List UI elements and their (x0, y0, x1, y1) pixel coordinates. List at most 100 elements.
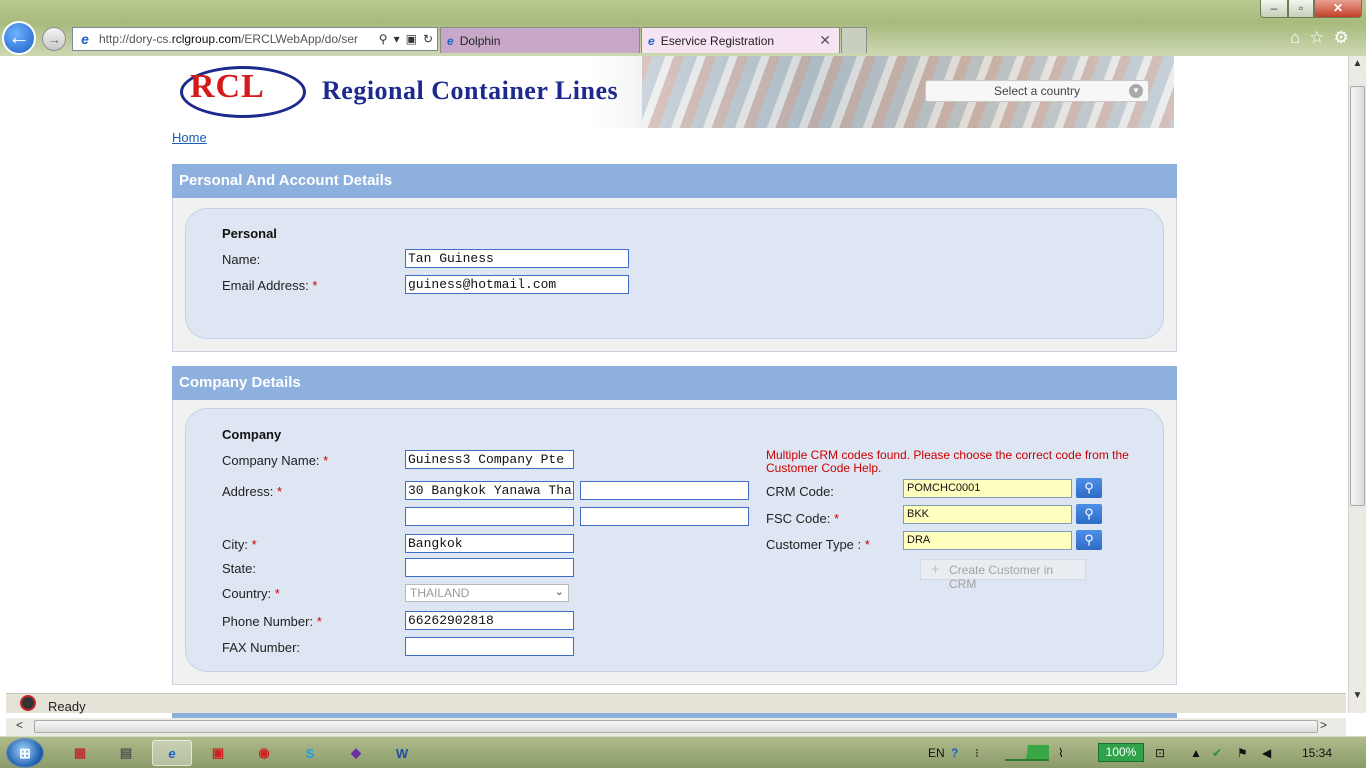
scroll-right-icon[interactable]: > (1320, 718, 1327, 732)
tray-expand-icon[interactable]: ⁝ (975, 737, 979, 769)
vertical-scrollbar[interactable]: ▲ ▼ (1348, 56, 1366, 713)
status-icon (20, 695, 36, 711)
horizontal-scroll-thumb[interactable] (34, 720, 1318, 733)
taskbar-app-1[interactable]: ▦ (60, 740, 100, 766)
address-line4-field[interactable] (580, 507, 749, 526)
company-name-field[interactable]: Guiness3 Company Pte Lt (405, 450, 574, 469)
start-button[interactable]: ⊞ (6, 738, 44, 768)
taskbar-calculator[interactable]: ▤ (106, 740, 146, 766)
forward-button[interactable]: → (42, 27, 66, 51)
fsc-code-label: FSC Code: * (766, 511, 839, 526)
required-mark: * (312, 278, 318, 293)
scroll-up-icon[interactable]: ▲ (1349, 58, 1366, 69)
help-icon[interactable]: ? (951, 737, 958, 769)
taskbar-word[interactable]: W (382, 740, 422, 766)
panel-title-personal: Personal (222, 226, 277, 241)
city-label: City: * (222, 537, 257, 552)
customer-type-label: Customer Type : * (766, 537, 870, 552)
refresh-icon[interactable]: ↻ (423, 32, 433, 46)
close-icon[interactable]: ✕ (819, 32, 831, 49)
clock[interactable]: 15:34 (1302, 737, 1332, 769)
tab-eservice-registration[interactable]: e Eservice Registration ✕ (641, 27, 840, 53)
name-field[interactable]: Tan Guiness (405, 249, 629, 268)
maximize-button[interactable]: ▫ (1288, 0, 1314, 18)
arrow-left-icon: ← (8, 24, 30, 49)
minimize-button[interactable]: – (1260, 0, 1288, 18)
fsc-code-field[interactable]: BKK (903, 505, 1072, 524)
new-tab-button[interactable] (841, 27, 867, 53)
horizontal-scrollbar[interactable]: < > (6, 718, 1346, 736)
show-hidden-icons[interactable]: ▲ (1190, 737, 1202, 769)
email-field[interactable]: guiness@hotmail.com (405, 275, 629, 294)
url-text[interactable]: http://dory-cs.rclgroup.com/ERCLWebApp/d… (99, 32, 379, 46)
search-icon: ⚲ (1084, 506, 1094, 521)
breadcrumb-home-link[interactable]: Home (172, 130, 207, 145)
crm-code-field[interactable]: POMCHC0001 (903, 479, 1072, 498)
country-select-placeholder: Select a country (993, 84, 1081, 98)
crm-code-label: CRM Code: (766, 484, 834, 499)
phone-field[interactable]: 66262902818 (405, 611, 574, 630)
taskbar-skype[interactable]: S (290, 740, 330, 766)
signal-strength-icon[interactable] (1005, 745, 1049, 761)
required-mark: * (864, 537, 870, 552)
app-icon: ▣ (211, 745, 225, 760)
section-body-company: Company Company Name: * Guiness3 Company… (172, 400, 1177, 685)
ie-tab-icon: e (447, 33, 454, 48)
company-name-label: Company Name: * (222, 453, 329, 468)
security-shield-icon[interactable]: ✔ (1212, 737, 1222, 769)
address-line2-field[interactable] (580, 481, 749, 500)
tab-label: Dolphin (459, 33, 501, 48)
compatibility-icon[interactable]: ▣ (406, 32, 417, 46)
web-page: RCL Regional Container Lines Select a co… (0, 56, 1348, 693)
city-field[interactable]: Bangkok (405, 534, 574, 553)
taskbar-app-7[interactable]: ◆ (336, 740, 376, 766)
phone-label: Phone Number: * (222, 614, 322, 629)
favorites-star-icon[interactable]: ☆ (1309, 28, 1324, 48)
action-center-flag-icon[interactable]: ⚑ (1237, 737, 1248, 769)
dropdown-arrow-icon[interactable]: ▾ (394, 32, 400, 46)
crm-warning-message: Multiple CRM codes found. Please choose … (766, 448, 1129, 475)
search-icon[interactable]: ⚲ (379, 32, 388, 46)
taskbar-app-4[interactable]: ▣ (198, 740, 238, 766)
panel-title-company: Company (222, 427, 282, 442)
back-button[interactable]: ← (2, 21, 36, 55)
tab-dolphin[interactable]: e Dolphin (440, 27, 640, 53)
customer-type-search-button[interactable]: ⚲ (1076, 530, 1102, 550)
create-customer-button[interactable]: + Create Customer in CRM (920, 559, 1086, 591)
fsc-code-search-button[interactable]: ⚲ (1076, 504, 1102, 524)
country-select[interactable]: Select a country ▼ (925, 80, 1149, 102)
state-field[interactable] (405, 558, 574, 577)
company-panel: Company Company Name: * Guiness3 Company… (185, 408, 1164, 672)
scroll-left-icon[interactable]: < (16, 718, 23, 732)
language-indicator[interactable]: EN (928, 737, 945, 769)
home-icon[interactable]: ⌂ (1290, 28, 1300, 48)
power-icon[interactable]: ⊡ (1155, 737, 1165, 769)
fax-field[interactable] (405, 637, 574, 656)
country-select-field[interactable]: THAILAND ⌄ (405, 584, 569, 602)
scroll-down-icon[interactable]: ▼ (1349, 690, 1366, 701)
volume-icon[interactable]: ◀ (1262, 737, 1271, 769)
crm-code-search-button[interactable]: ⚲ (1076, 478, 1102, 498)
country-label: Country: * (222, 586, 280, 601)
logo-text: RCL (190, 68, 265, 105)
address-line1-field[interactable]: 30 Bangkok Yanawa Thai (405, 481, 574, 500)
email-label: Email Address: * (222, 278, 318, 293)
plus-icon: + (931, 561, 940, 578)
network-icon[interactable]: ⌇ (1058, 737, 1064, 769)
taskbar-internet-explorer[interactable]: e (152, 740, 192, 766)
address-line3-field[interactable] (405, 507, 574, 526)
customer-type-field[interactable]: DRA (903, 531, 1072, 550)
address-bar[interactable]: e http://dory-cs.rclgroup.com/ERCLWebApp… (72, 27, 438, 51)
taskbar-app-5[interactable]: ◉ (244, 740, 284, 766)
vertical-scroll-thumb[interactable] (1350, 86, 1365, 506)
personal-panel: Personal Name: Tan Guiness Email Address… (185, 208, 1164, 339)
tab-label: Eservice Registration (660, 33, 775, 48)
create-customer-label: Create Customer in CRM (949, 563, 1054, 591)
gear-icon[interactable]: ⚙ (1334, 28, 1349, 48)
battery-indicator[interactable]: 100% (1098, 743, 1144, 762)
ie-page-icon: e (81, 31, 89, 47)
ie-tab-icon: e (648, 33, 655, 48)
required-mark: * (251, 537, 257, 552)
ie-icon: e (168, 745, 176, 761)
close-window-button[interactable]: ✕ (1314, 0, 1362, 18)
